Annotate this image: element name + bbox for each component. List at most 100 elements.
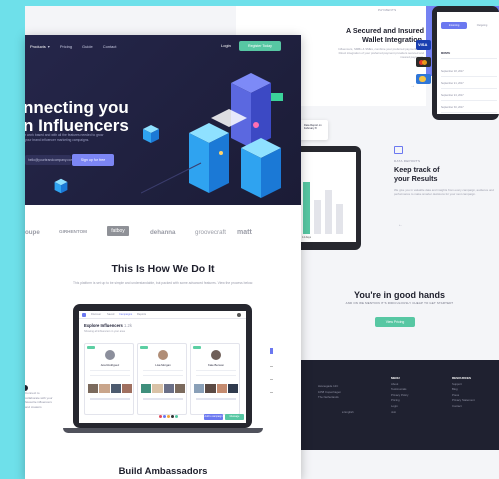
reports-title-line2: your Results [394,173,438,183]
nav-products[interactable]: Products [30,44,46,49]
email-input[interactable]: hello@yourbrandcompany.com [25,155,73,165]
avatar [158,350,168,360]
report-popup-label: Data Report on February 8 [304,124,322,131]
nav-pricing[interactable]: Pricing [60,44,72,49]
logo-girhentom: GIRHENTOM [59,229,87,234]
payments-title: A Secured and Insured Wallet Integration… [300,26,424,44]
influencer-name: Ana Rodriguez [100,363,120,367]
logo-matt: matt [237,229,252,236]
view-pricing-button[interactable]: View Pricing [375,317,415,327]
tab-incoming[interactable]: Incoming [441,22,467,29]
month-header: MONTH [441,52,497,59]
chart-bar [325,190,332,234]
language-selector[interactable]: ● English [342,410,354,416]
chart-period: 14 days [302,236,312,239]
hero-section: Products ▾ Pricing Guide Contact Login R… [25,35,301,205]
tab-reports[interactable]: Reports [137,313,146,316]
logo-groovecraft: groovecraft [195,229,226,236]
dashboard-header: Discover Saved Campaigns Reports [79,311,246,319]
chart-bar [303,182,310,234]
mastercard-icon [416,57,431,67]
cube-icon [54,178,68,194]
reports-title: Keep track of your Results [394,165,474,183]
influencer-stats [90,370,130,376]
avatar [105,350,115,360]
tab-discover[interactable]: Discover [91,313,101,316]
influencer-name: Lisa Morgan [155,363,171,367]
status-badge [87,346,95,349]
cube-icon [143,125,159,143]
influencer-count: 1.2k [124,323,132,328]
laptop-base [63,428,263,433]
good-hands-subtitle: AND ON WE MENTION IT'S RIDICULOUSLY CHEA… [345,301,454,305]
reports-eyebrow: DATA REPORTS [394,159,421,163]
payments-subtitle: Influencers, SMBs & SMEs, combine your p… [338,47,424,60]
tab-outgoing[interactable]: Outgoing [469,22,495,29]
login-link[interactable]: Login [221,43,231,48]
logo-dehanna: dehanna [150,229,176,236]
post-thumbnails [194,384,238,393]
screenshot-collage: PAYMENTS A Secured and Insured Wallet In… [0,0,499,479]
payments-eyebrow: PAYMENTS [378,8,397,12]
dashboard-screen: Discover Saved Campaigns Reports Explore… [79,311,246,423]
footer-menu: MENU About Testimonials Privacy Policy P… [391,376,408,415]
chevron-down-icon: ▾ [47,43,50,49]
good-hands-title: You're in good hands [354,290,445,300]
post-thumbnails [141,384,185,393]
tag-bar [143,398,183,400]
visa-card-icon: VISA [416,40,431,50]
isometric-city-illustration [141,73,283,198]
hero-title: nnecting you n Influencers [25,99,129,135]
influencer-stats [196,370,236,376]
influencer-stats [143,370,183,376]
message-button[interactable]: Message [225,414,244,420]
influencer-card[interactable]: Kate Benson [190,343,240,415]
transaction-row[interactable]: September 24, 2017 [441,94,497,101]
landing-page: Products ▾ Pricing Guide Contact Login R… [25,35,301,479]
footer-link[interactable]: Testimonials [391,387,408,393]
arrow-left-icon[interactable]: ← [398,222,403,228]
report-chart-screen: 14 days [300,152,356,242]
influencer-card[interactable]: Lisa Morgan [137,343,187,415]
transaction-row[interactable]: September 30, 2017 [441,106,497,113]
logo-oupe: oupe [25,229,40,236]
scroll-indicator[interactable] [270,348,274,418]
status-badge [193,346,201,349]
footer-link[interactable]: Join [391,410,408,416]
app-logo-icon [82,313,86,317]
add-to-campaign-button[interactable]: Add to campaign [204,414,223,420]
avatar [211,350,221,360]
status-badge [140,346,148,349]
tag-bar [196,398,236,400]
language-label: English [344,410,354,414]
address-line: Havnegade 12C [318,384,339,388]
wallet-screen: Incoming Outgoing MONTH September 18, 20… [437,12,499,114]
amex-card-icon [416,74,431,84]
ambassadors-title: Build Ambassadors [118,466,208,477]
footer-address: Havnegade 12C 1058 Copenhagen The Nether… [318,384,341,401]
nav-guide[interactable]: Guide [82,44,93,49]
dashboard-filter-text: Showing all influencers in your area [84,330,125,333]
how-title: This Is How We Do It [111,263,215,275]
influencer-card[interactable]: Ana Rodriguez [84,343,134,415]
dashboard-title-text: Explore Influencers [84,323,123,328]
how-subtitle: This platform is set up to be simple and… [73,281,253,285]
tab-saved[interactable]: Saved [107,313,114,316]
footer-link[interactable]: Contact [452,404,475,410]
tab-campaigns[interactable]: Campaigns [119,313,132,316]
logo-fatboy: fatboy [107,226,129,236]
nav-contact[interactable]: Contact [103,44,117,49]
post-thumbnails [88,384,132,393]
chart-bar [336,204,343,234]
register-button[interactable]: Register Today [239,41,281,51]
transaction-row[interactable]: September 21, 2017 [441,82,497,89]
report-icon [394,146,403,154]
chart-bar [314,200,321,234]
avatar[interactable] [237,313,241,317]
transaction-row[interactable]: September 18, 2017 [441,70,497,77]
footer-resources: RESOURCES Support Blog Press Privacy Sta… [452,376,475,410]
reports-subtitle: We give you in valuable data and insight… [394,188,494,197]
dashboard-title: Explore Influencers 1.2k [84,323,132,328]
tag-bar [90,398,130,400]
signup-button[interactable]: Sign up for free [72,154,114,166]
